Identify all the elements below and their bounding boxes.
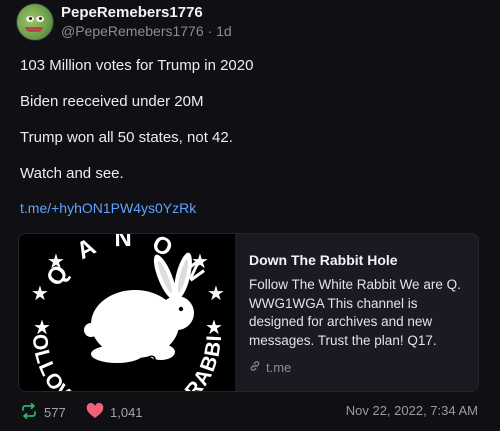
link-preview-card[interactable]: Q A N O N FOLLOW THE WHITE RABBIT ★ ★ ★ …	[18, 233, 479, 392]
avatar[interactable]	[16, 3, 54, 41]
avatar-mouth	[25, 27, 43, 32]
post-timestamp[interactable]: Nov 22, 2022, 7:34 AM	[346, 403, 478, 418]
link-icon	[249, 360, 261, 375]
heart-icon	[86, 402, 104, 422]
svg-text:Q: Q	[147, 353, 156, 367]
svg-text:★: ★	[207, 281, 225, 305]
handle-line: @PepeRemebers1776 · 1d	[61, 23, 232, 39]
svg-text:★: ★	[33, 315, 51, 339]
post-line-4: Watch and see.	[20, 165, 124, 182]
svg-text:★: ★	[47, 249, 65, 273]
svg-text:★: ★	[191, 249, 209, 273]
repost-button[interactable]: 577	[20, 402, 66, 422]
post-line-3: Trump won all 50 states, not 42.	[20, 129, 233, 146]
post-line-2: Biden reeceived under 20M	[20, 93, 204, 110]
svg-text:★: ★	[31, 281, 49, 305]
repost-count: 577	[44, 405, 66, 420]
card-domain[interactable]: t.me	[249, 360, 291, 375]
like-button[interactable]: 1,041	[86, 402, 143, 422]
svg-text:★: ★	[205, 315, 223, 339]
handle[interactable]: @PepeRemebers1776	[61, 23, 204, 39]
post-age[interactable]: 1d	[216, 23, 232, 39]
card-description: Follow The White Rabbit We are Q. WWG1WG…	[249, 277, 461, 348]
card-domain-text: t.me	[266, 360, 292, 375]
card-title[interactable]: Down The Rabbit Hole	[249, 252, 398, 268]
card-image: Q A N O N FOLLOW THE WHITE RABBIT ★ ★ ★ …	[19, 234, 235, 391]
repost-icon	[20, 402, 38, 422]
avatar-eye-left	[26, 16, 34, 22]
like-count: 1,041	[110, 405, 143, 420]
post-footer: 577 1,041 Nov 22, 2022, 7:34 AM	[20, 402, 480, 422]
avatar-eye-right	[36, 16, 44, 22]
display-name[interactable]: PepeRemebers1776	[61, 4, 203, 21]
post-line-1: 103 Million votes for Trump in 2020	[20, 57, 254, 74]
qanon-rabbit-logo: Q A N O N FOLLOW THE WHITE RABBIT ★ ★ ★ …	[19, 234, 235, 391]
separator: ·	[207, 23, 213, 39]
post-link[interactable]: t.me/+hyhON1PW4ys0YzRk	[20, 200, 196, 216]
